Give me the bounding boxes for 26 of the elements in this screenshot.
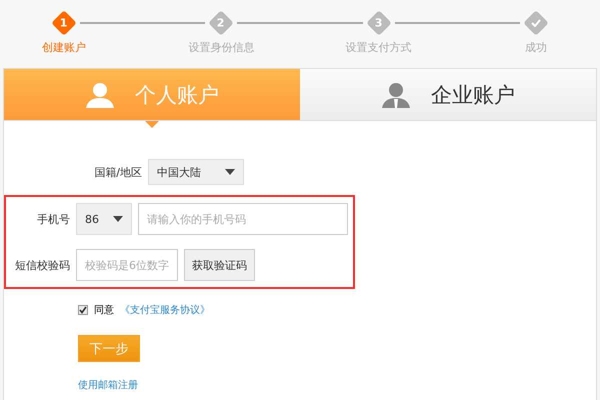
step-label: 成功 [524,40,547,55]
field-label: 短信校验码 [14,258,70,272]
field-label: 手机号 [36,212,70,226]
step-label: 设置支付方式 [346,40,412,55]
account-tab[interactable]: 企业账户 [300,69,596,121]
caret-icon [225,169,235,175]
caret-icon [113,216,123,222]
agree-checkbox[interactable] [78,305,88,315]
phone-input[interactable]: 请输入你的手机号码 [138,203,348,235]
field-label: 国籍/地区 [93,164,142,180]
agreement-link[interactable]: 《支付宝服务协议》 [120,303,210,317]
agree-text: 同意 [94,304,114,317]
step-label: 设置身份信息 [188,40,254,55]
code-input[interactable]: 校验码是6位数字 [76,249,178,281]
step-label: 创建账户 [42,40,86,55]
step-number: 1 [60,16,68,30]
step-number: 3 [374,16,382,30]
step-number: 2 [218,16,226,30]
businessman-icon [381,82,411,108]
person-icon [85,82,115,108]
region-select[interactable]: 中国大陆 [148,159,244,185]
get-code-button[interactable]: 获取验证码 [184,249,255,281]
tab-pointer [145,121,159,128]
email-register-link[interactable]: 使用邮箱注册 [78,378,138,392]
country-code-select[interactable]: 86 [76,203,132,235]
check-icon [530,19,541,27]
